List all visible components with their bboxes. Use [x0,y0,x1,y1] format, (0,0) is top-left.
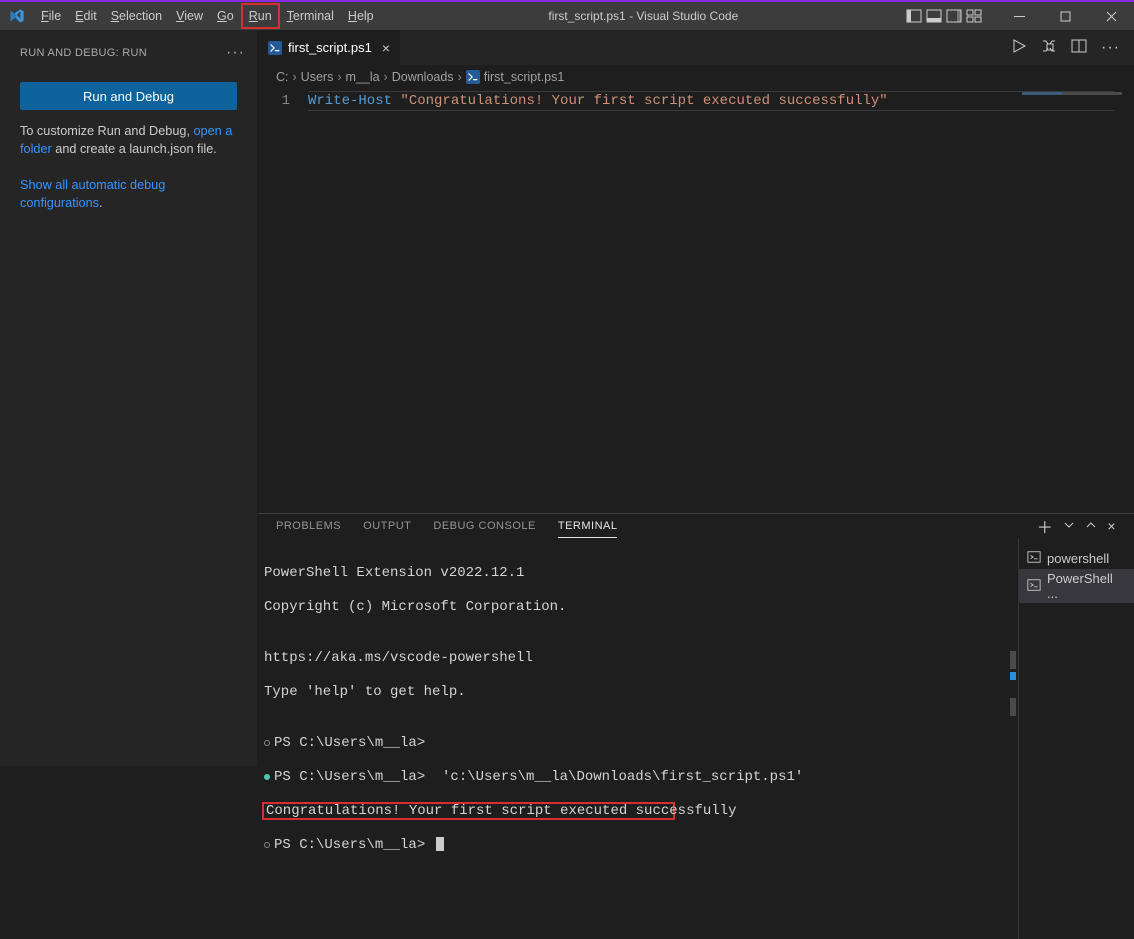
sidebar-title: RUN AND DEBUG: RUN [20,47,147,59]
terminal-dropdown-icon[interactable] [1063,519,1075,534]
terminal-output[interactable]: PowerShell Extension v2022.12.1 Copyrigh… [258,538,1018,939]
editor-area: first_script.ps1 × ··· C: › Users › m__l… [258,30,1134,766]
run-debug-icon[interactable] [1041,38,1057,57]
chevron-right-icon: › [384,70,388,84]
breadcrumb-downloads[interactable]: Downloads [392,70,454,84]
layout-customize-icon[interactable] [966,9,982,24]
maximize-panel-icon[interactable] [1085,519,1097,534]
terminal-line: PS C:\Users\m__la> [264,837,1012,854]
terminal-icon [1027,578,1041,595]
terminal-session-psextension[interactable]: PowerShell ... [1019,569,1134,603]
terminal-line: Type 'help' to get help. [264,684,1012,701]
terminal-line: PS C:\Users\m__la> 'c:\Users\m__la\Downl… [264,769,1012,786]
terminal-line: PowerShell Extension v2022.12.1 [264,565,1012,582]
vscode-logo-icon [0,8,34,24]
panel-tab-debug-console[interactable]: DEBUG CONSOLE [433,514,535,538]
window-maximize-button[interactable] [1042,2,1088,30]
panel-tab-terminal[interactable]: TERMINAL [558,514,618,538]
terminal-line: Congratulations! Your first script execu… [264,803,1012,820]
editor-more-icon[interactable]: ··· [1101,39,1120,57]
menu-help[interactable]: HelpHelp [341,2,381,30]
editor-tab-bar: first_script.ps1 × ··· [258,30,1134,65]
window-minimize-button[interactable] [996,2,1042,30]
powershell-file-icon [466,70,480,84]
title-controls [906,2,1134,30]
editor-tab-first-script[interactable]: first_script.ps1 × [258,30,400,65]
minimap-content [1062,92,1122,95]
new-terminal-icon[interactable]: ＋ [1037,514,1054,538]
terminal-line: PS C:\Users\m__la> [264,735,1012,752]
terminal-scroll-marker [1010,698,1016,716]
line-number-gutter: 1 [258,89,308,513]
show-configs-link[interactable]: Show all automatic debug configurations [20,178,165,210]
terminal-line: Copyright (c) Microsoft Corporation. [264,599,1012,616]
menu-file[interactable]: FFileile [34,2,68,30]
terminal-line: https://aka.ms/vscode-powershell [264,650,1012,667]
terminal-scroll-marker [1010,672,1016,680]
breadcrumb-users[interactable]: Users [301,70,334,84]
panel-tab-output[interactable]: OUTPUT [363,514,411,538]
terminal-cursor [436,837,444,851]
window-close-button[interactable] [1088,2,1134,30]
title-bar: FFileile EditEdit SelectionSelection Vie… [0,0,1134,30]
chevron-right-icon: › [458,70,462,84]
code-editor[interactable]: 1 Write-Host "Congratulations! Your firs… [258,89,1134,513]
run-file-icon[interactable] [1011,38,1027,57]
window-title: first_script.ps1 - Visual Studio Code [381,9,906,23]
sidebar-customize-text: To customize Run and Debug, open a folde… [0,122,257,158]
breadcrumb-c[interactable]: C: [276,70,289,84]
menu-run[interactable]: RunRun [241,3,280,29]
menu-selection[interactable]: SelectionSelection [104,2,169,30]
run-debug-sidebar: RUN AND DEBUG: RUN ··· Run and Debug To … [0,30,258,766]
close-panel-icon[interactable]: × [1107,518,1116,534]
split-editor-icon[interactable] [1071,38,1087,57]
menu-view[interactable]: ViewView [169,2,210,30]
terminal-session-powershell[interactable]: powershell [1019,548,1134,569]
code-line-1[interactable]: Write-Host "Congratulations! Your first … [308,89,888,513]
breadcrumb-user[interactable]: m__la [346,70,380,84]
terminal-sessions-list: powershell PowerShell ... [1018,538,1134,939]
sidebar-more-icon[interactable]: ··· [226,44,245,62]
chevron-right-icon: › [337,70,341,84]
menu-edit[interactable]: EditEdit [68,2,104,30]
panel-tab-problems[interactable]: PROBLEMS [276,514,341,538]
terminal-scroll-marker [1010,651,1016,669]
menu-terminal[interactable]: TerminalTerminal [280,2,341,30]
tab-close-icon[interactable]: × [382,40,390,56]
run-and-debug-button[interactable]: Run and Debug [20,82,237,110]
menu-bar: FFileile EditEdit SelectionSelection Vie… [34,2,381,30]
bottom-panel: PROBLEMS OUTPUT DEBUG CONSOLE TERMINAL ＋… [258,513,1134,766]
tab-filename: first_script.ps1 [288,40,372,55]
terminal-icon [1027,550,1041,567]
menu-go[interactable]: GoGo [210,2,241,30]
layout-left-icon[interactable] [906,9,922,24]
breadcrumb-file[interactable]: first_script.ps1 [484,70,565,84]
breadcrumb-bar[interactable]: C: › Users › m__la › Downloads › first_s… [258,65,1134,89]
chevron-right-icon: › [293,70,297,84]
powershell-file-icon [268,41,282,55]
layout-right-icon[interactable] [946,9,962,24]
minimap[interactable] [1034,89,1134,513]
editor-actions: ··· [1011,30,1134,65]
layout-bottom-icon[interactable] [926,9,942,24]
